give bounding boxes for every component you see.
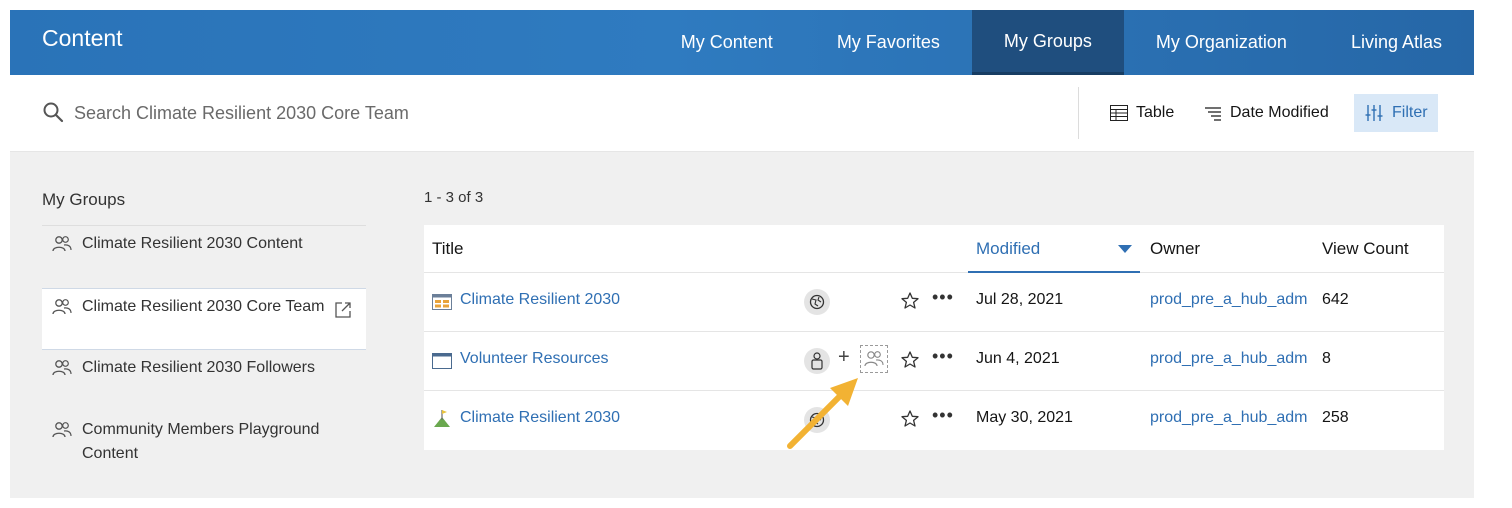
site-flag-icon <box>434 410 450 427</box>
item-title-link[interactable]: Climate Resilient 2030 <box>460 409 620 427</box>
view-count: 642 <box>1322 291 1349 308</box>
favorite-star-icon[interactable] <box>900 409 920 429</box>
results-table: Title Modified Owner View Count Climate … <box>424 225 1444 450</box>
filter-sliders-icon <box>1365 105 1383 121</box>
owner-link[interactable]: prod_pre_a_hub_adm <box>1150 350 1307 368</box>
filter-label: Filter <box>1392 104 1428 121</box>
results-count: 1 - 3 of 3 <box>424 189 484 206</box>
owner-link[interactable]: prod_pre_a_hub_adm <box>1150 291 1307 309</box>
group-icon <box>52 360 72 376</box>
sidebar-item-group[interactable]: Climate Resilient 2030 Followers <box>42 350 366 412</box>
sidebar-item-label: Climate Resilient 2030 Followers <box>82 359 315 376</box>
sort-label: Date Modified <box>1230 104 1329 121</box>
table-row: Climate Resilient 2030 ••• May 30, 2021 … <box>424 391 1444 450</box>
modified-date: Jul 28, 2021 <box>976 291 1064 308</box>
app-title: Content <box>42 25 123 51</box>
table-row: Volunteer Resources + ••• Jun 4, 2021 pr… <box>424 332 1444 391</box>
view-count: 258 <box>1322 409 1349 426</box>
toolbar-divider <box>1078 87 1079 139</box>
item-title-link[interactable]: Climate Resilient 2030 <box>460 291 620 309</box>
table-icon <box>1110 105 1128 121</box>
annotation-arrow-icon <box>787 378 858 449</box>
dashboard-icon <box>432 294 452 310</box>
sidebar-item-label: Community Members Playground Content <box>82 421 320 462</box>
filter-button[interactable]: Filter <box>1354 94 1438 132</box>
table-header: Title Modified Owner View Count <box>424 225 1444 273</box>
tab-my-organization[interactable]: My Organization <box>1124 10 1319 75</box>
view-count: 8 <box>1322 350 1331 367</box>
table-view-button[interactable]: Table <box>1100 94 1184 132</box>
modified-date: Jun 4, 2021 <box>976 350 1060 367</box>
tab-my-content[interactable]: My Content <box>649 10 805 75</box>
sort-descending-icon <box>1118 245 1132 253</box>
table-row: Climate Resilient 2030 ••• Jul 28, 2021 … <box>424 273 1444 332</box>
sidebar-item-label: Climate Resilient 2030 Content <box>82 235 303 252</box>
column-view-count[interactable]: View Count <box>1322 239 1409 259</box>
group-icon <box>52 299 72 315</box>
search-bar: Table Date Modified Filter <box>10 75 1474 152</box>
more-options-icon[interactable]: ••• <box>932 287 954 308</box>
column-owner[interactable]: Owner <box>1150 239 1200 259</box>
column-modified[interactable]: Modified <box>976 239 1040 259</box>
sidebar-title: My Groups <box>42 190 126 209</box>
modified-date: May 30, 2021 <box>976 409 1073 426</box>
share-groups-icon[interactable] <box>860 345 888 373</box>
sort-button[interactable]: Date Modified <box>1194 94 1339 132</box>
sidebar-item-group-active[interactable]: Climate Resilient 2030 Core Team <box>42 288 366 350</box>
group-icon <box>52 236 72 252</box>
item-title-link[interactable]: Volunteer Resources <box>460 350 609 368</box>
sort-lines-icon <box>1205 107 1221 121</box>
add-icon: + <box>838 346 850 368</box>
open-external-icon[interactable] <box>334 301 352 319</box>
more-options-icon[interactable]: ••• <box>932 346 954 367</box>
table-view-label: Table <box>1136 104 1175 121</box>
sidebar-item-label: Climate Resilient 2030 Core Team <box>82 298 325 315</box>
web-app-icon <box>432 353 452 369</box>
favorite-star-icon[interactable] <box>900 350 920 370</box>
public-globe-icon <box>804 289 830 315</box>
sidebar-item-group[interactable]: Climate Resilient 2030 Content <box>42 226 366 288</box>
groups-list: Climate Resilient 2030 Content Climate R… <box>42 225 366 474</box>
search-input[interactable] <box>74 95 1034 131</box>
owner-link[interactable]: prod_pre_a_hub_adm <box>1150 409 1307 427</box>
tab-my-groups[interactable]: My Groups <box>971 10 1124 75</box>
group-icon <box>52 422 72 438</box>
main-content: My Groups Climate Resilient 2030 Content… <box>10 152 1474 498</box>
more-options-icon[interactable]: ••• <box>932 405 954 426</box>
top-nav-bar: Content My Content My Favorites My Group… <box>10 10 1474 75</box>
nav-tabs: My Content My Favorites My Groups My Org… <box>649 10 1474 75</box>
private-lock-icon <box>804 348 830 374</box>
favorite-star-icon[interactable] <box>900 291 920 311</box>
column-title[interactable]: Title <box>432 239 464 259</box>
tab-living-atlas[interactable]: Living Atlas <box>1319 10 1474 75</box>
tab-my-favorites[interactable]: My Favorites <box>805 10 972 75</box>
search-icon <box>43 102 64 123</box>
sidebar-item-group[interactable]: Community Members Playground Content <box>42 412 366 474</box>
